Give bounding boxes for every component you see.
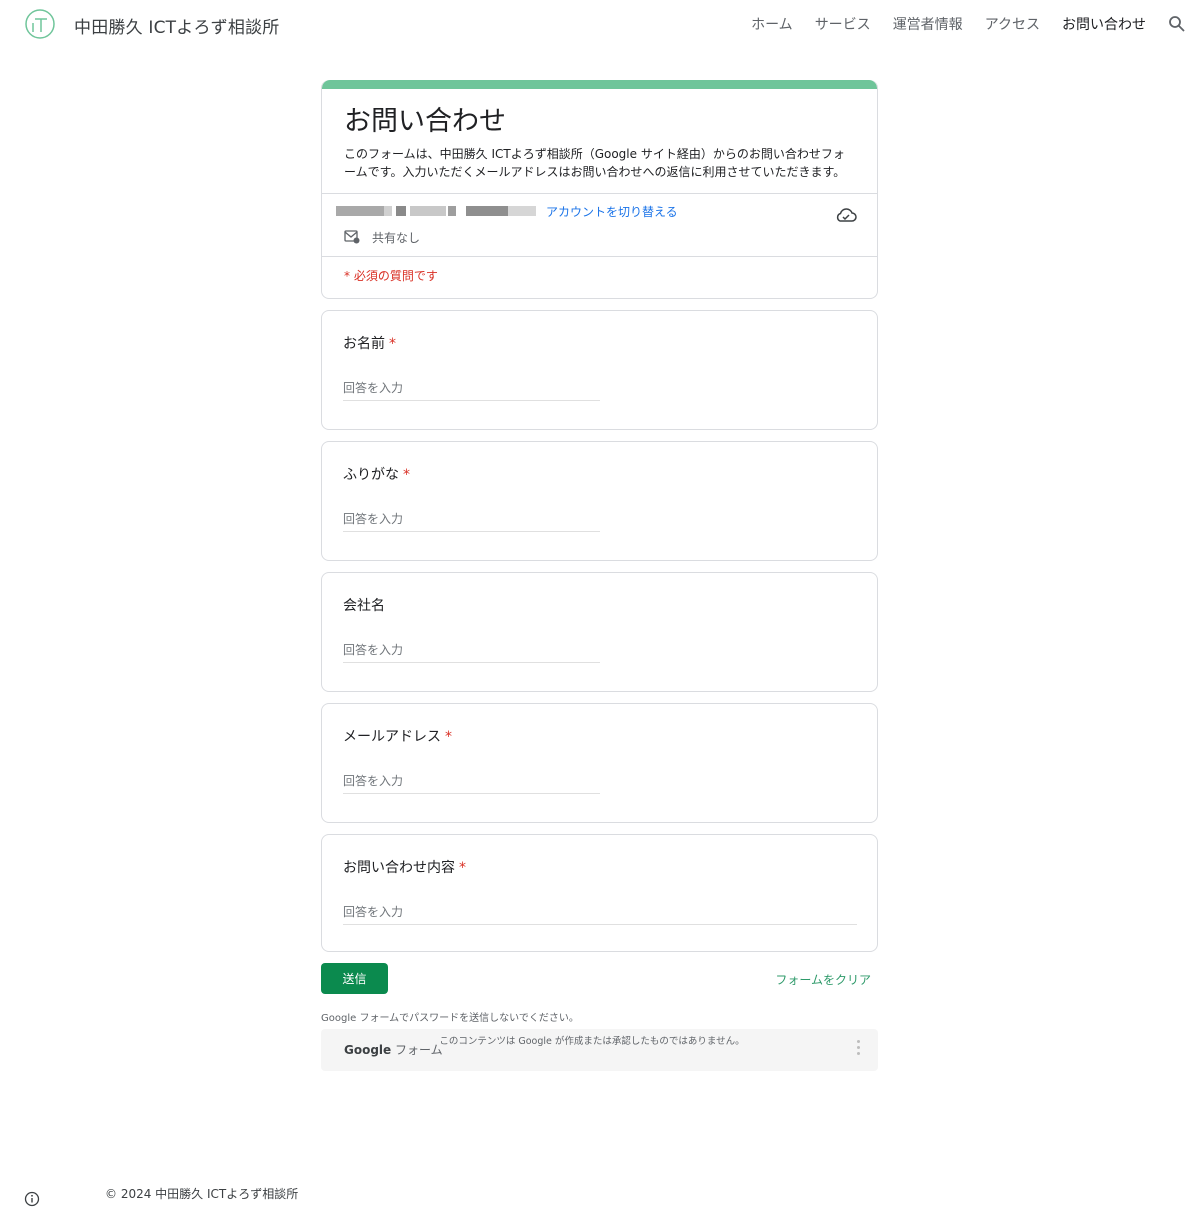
required-star: * [445,729,452,745]
masked-account-email [336,206,536,216]
question-email: メールアドレス * [321,703,878,823]
company-input[interactable] [343,641,600,663]
account-row: アカウントを切り替える 共有なし [322,194,877,256]
nav-item-services[interactable]: サービス [815,14,871,34]
form-description: このフォームは、中田勝久 ICTよろず相談所（Google サイト経由）からのお… [344,147,846,179]
accent-bar [322,80,877,89]
form-actions: 送信 フォームをクリア [321,963,878,1011]
google-form: お問い合わせ このフォームは、中田勝久 ICTよろず相談所（Google サイト… [321,80,878,1071]
name-input[interactable] [343,379,600,401]
question-label: お名前 * [343,336,396,352]
question-name: お名前 * [321,310,878,430]
copyright: © 2024 中田勝久 ICTよろず相談所 [105,1187,299,1201]
clear-form-link[interactable]: フォームをクリア [775,971,871,988]
form-header-card: お問い合わせ このフォームは、中田勝久 ICTよろず相談所（Google サイト… [321,80,878,299]
google-forms-footer: Google フォーム このコンテンツは Google が作成または承認したもの… [321,1029,878,1071]
site-header: 中田勝久 ICTよろず相談所 ホーム サービス 運営者情報 アクセス お問い合わ… [0,0,1200,50]
required-star: * [389,336,396,352]
password-warning: Google フォームでパスワードを送信しないでください。 [321,1013,579,1024]
share-status: 共有なし [372,231,421,245]
google-forms-logo[interactable]: Google フォーム [344,1041,443,1058]
logo-icon[interactable] [24,8,56,40]
form-title: お問い合わせ [344,106,506,137]
submit-button[interactable]: 送信 [321,963,388,994]
nav-item-about[interactable]: 運営者情報 [893,14,963,34]
question-company: 会社名 [321,572,878,692]
more-vert-icon[interactable] [855,1040,861,1058]
question-furigana: ふりがな * [321,441,878,561]
nav-item-home[interactable]: ホーム [751,14,793,34]
question-inquiry: お問い合わせ内容 * [321,834,878,952]
email-input[interactable] [343,772,600,794]
required-note: * 必須の質問です [344,269,438,283]
disclaimer: このコンテンツは Google が作成または承認したものではありません。 [439,1036,745,1047]
question-label: お問い合わせ内容 * [343,860,466,876]
question-label: 会社名 [343,598,385,614]
switch-account-link[interactable]: アカウントを切り替える [546,203,678,220]
mail-share-icon [344,230,360,244]
main-nav: ホーム サービス 運営者情報 アクセス お問い合わせ [729,14,1200,34]
search-icon[interactable] [1168,15,1186,33]
nav-item-contact[interactable]: お問い合わせ [1062,14,1146,34]
inquiry-input[interactable] [343,903,857,925]
question-label: メールアドレス * [343,729,452,745]
nav-item-access[interactable]: アクセス [985,14,1040,34]
furigana-input[interactable] [343,510,600,532]
required-star: * [459,860,466,876]
required-star: * [403,467,410,483]
cloud-check-icon[interactable] [835,206,857,224]
question-label: ふりがな * [343,467,410,483]
site-title[interactable]: 中田勝久 ICTよろず相談所 [74,13,279,38]
info-icon[interactable] [24,1191,40,1207]
